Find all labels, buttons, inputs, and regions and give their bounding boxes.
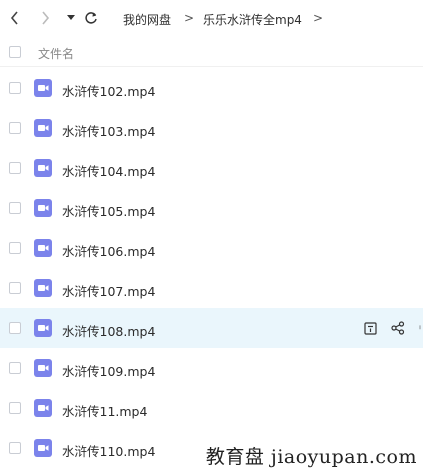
select-all-checkbox[interactable] [9,46,21,58]
file-checkbox[interactable] [9,402,21,414]
file-name[interactable]: 水浒传108.mp4 [62,321,155,340]
share-icon [391,321,405,335]
video-file-icon [34,359,52,377]
file-checkbox[interactable] [9,442,21,454]
refresh-icon [85,12,97,24]
file-row[interactable]: 水浒传103.mp4 [0,108,423,148]
back-arrow-icon [10,11,18,25]
top-navigation-bar: 我的网盘 > 乐乐水浒传全mp4 > [0,0,423,36]
file-row-hovered[interactable]: 水浒传108.mp4 [0,308,423,348]
file-row[interactable]: 水浒传102.mp4 [0,68,423,108]
file-name[interactable]: 水浒传110.mp4 [62,441,155,460]
file-name[interactable]: 水浒传106.mp4 [62,241,155,260]
file-checkbox[interactable] [9,82,21,94]
file-row[interactable]: 水浒传106.mp4 [0,228,423,268]
download-button[interactable] [417,319,423,337]
forward-button[interactable] [36,8,54,28]
file-row[interactable]: 水浒传105.mp4 [0,188,423,228]
video-file-icon [34,199,52,217]
breadcrumb-separator: > [313,11,324,25]
file-list: 水浒传102.mp4 水浒传103.mp4 水浒传104.mp4 水浒传105.… [0,68,423,468]
file-row[interactable]: 水浒传107.mp4 [0,268,423,308]
video-file-icon [34,119,52,137]
file-name[interactable]: 水浒传107.mp4 [62,281,155,300]
file-row[interactable]: 水浒传11.mp4 [0,388,423,428]
info-icon [363,321,377,335]
forward-arrow-icon [42,11,50,25]
file-checkbox[interactable] [9,242,21,254]
file-checkbox[interactable] [9,122,21,134]
file-name[interactable]: 水浒传105.mp4 [62,201,155,220]
video-file-icon [34,279,52,297]
file-checkbox[interactable] [9,202,21,214]
file-name[interactable]: 水浒传104.mp4 [62,161,155,180]
video-file-icon [34,239,52,257]
file-checkbox[interactable] [9,162,21,174]
share-button[interactable] [389,319,407,337]
file-row[interactable]: 水浒传104.mp4 [0,148,423,188]
file-name[interactable]: 水浒传103.mp4 [62,121,155,140]
video-file-icon [34,319,52,337]
file-checkbox[interactable] [9,362,21,374]
column-header-filename[interactable]: 文件名 [38,45,74,62]
watermark-text: 教育盘 jiaoyupan.com [205,446,417,468]
back-button[interactable] [6,8,24,28]
history-dropdown-button[interactable] [62,8,80,28]
video-file-icon [34,399,52,417]
video-file-icon [34,159,52,177]
file-list-header: 文件名 [0,38,423,67]
file-row[interactable]: 水浒传109.mp4 [0,348,423,388]
dropdown-caret-icon [67,15,75,20]
file-name[interactable]: 水浒传109.mp4 [62,361,155,380]
refresh-button[interactable] [82,8,100,28]
file-checkbox[interactable] [9,282,21,294]
file-name[interactable]: 水浒传102.mp4 [62,81,155,100]
file-checkbox[interactable] [9,322,21,334]
breadcrumb-root[interactable]: 我的网盘 [123,11,171,28]
download-icon [419,325,421,330]
file-name[interactable]: 水浒传11.mp4 [62,401,147,420]
row-actions [351,319,423,337]
breadcrumb-current-folder[interactable]: 乐乐水浒传全mp4 [203,11,302,28]
video-file-icon [34,79,52,97]
video-file-icon [34,439,52,457]
details-button[interactable] [361,319,379,337]
breadcrumb-separator: > [184,11,195,25]
